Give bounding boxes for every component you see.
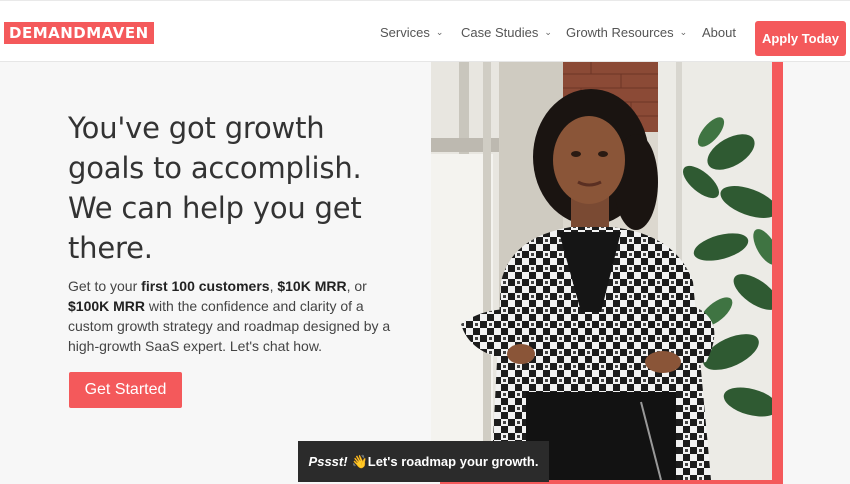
chevron-down-icon: ⌄ [679,26,688,37]
hero-photo [431,62,772,480]
headline-line: there. [68,231,153,265]
chat-toast[interactable]: Pssst! 👋 Let's roadmap your growth. [298,441,549,482]
nav-about-label: About [702,24,736,40]
nav-about[interactable]: About [702,1,736,63]
site-header: DEMANDMAVEN Services ⌄ Case Studies ⌄ Gr… [0,0,850,62]
get-started-button[interactable]: Get Started [69,372,182,408]
subtext-part: Get to your [68,278,142,294]
nav-case-studies[interactable]: Case Studies ⌄ [461,1,552,63]
woman-portrait-photo-icon [431,62,772,480]
hero-headline: You've got growth goals to accomplish. W… [68,108,398,268]
logo[interactable]: DEMANDMAVEN [4,22,154,44]
landing-page: DEMANDMAVEN Services ⌄ Case Studies ⌄ Gr… [0,0,850,484]
toast-message: Let's roadmap your growth. [367,454,539,469]
nav-case-studies-label: Case Studies [461,24,539,40]
headline-line: We can help you get [68,191,362,225]
apply-today-button[interactable]: Apply Today [755,21,846,56]
nav-growth-resources-label: Growth Resources [566,24,674,40]
subtext-highlight: first 100 customers [141,278,270,294]
nav-services[interactable]: Services ⌄ [380,1,443,63]
nav-services-label: Services [380,24,430,40]
headline-line: You've got growth [68,111,325,145]
hero-subtext: Get to your first 100 customers, $10K MR… [68,276,408,356]
chevron-down-icon: ⌄ [435,26,444,37]
subtext-highlight: $100K MRR [68,298,146,314]
subtext-part: , or [346,278,367,294]
subtext-highlight: $10K MRR [277,278,347,294]
wave-emoji-icon: 👋 [351,453,368,469]
headline-line: goals to accomplish. [68,151,362,185]
chevron-down-icon: ⌄ [544,26,552,37]
nav-growth-resources[interactable]: Growth Resources ⌄ [566,1,687,63]
toast-lead: Pssst! [308,454,348,469]
